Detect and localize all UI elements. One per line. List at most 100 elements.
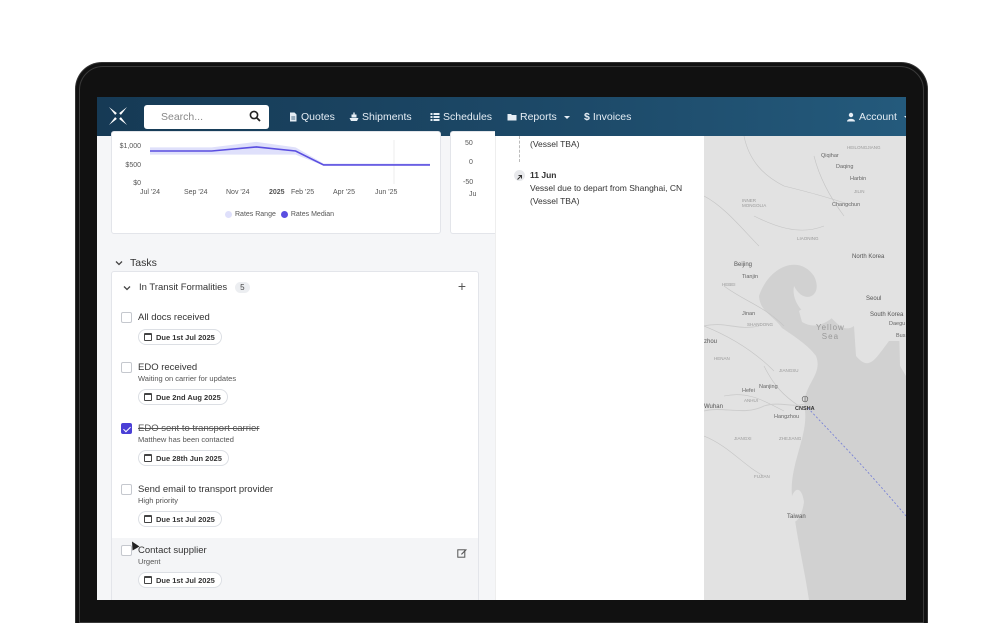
task-checkbox[interactable] xyxy=(121,484,132,495)
task-item[interactable]: Send email to transport provider High pr… xyxy=(112,484,478,545)
task-item[interactable]: Contact supplier Urgent Due 1st Jul 2025 xyxy=(112,538,478,600)
nav-account[interactable]: Account xyxy=(846,111,906,123)
task-checkbox-checked[interactable] xyxy=(121,423,132,434)
nav-reports[interactable]: Reports xyxy=(507,111,570,123)
due-date-chip: Due 2nd Aug 2025 xyxy=(138,389,228,405)
legend-label: Rates Median xyxy=(290,211,335,218)
task-group-label: In Transit Formalities xyxy=(139,282,228,293)
map-label: ZHEJIANG xyxy=(779,436,802,441)
legend-swatch-median xyxy=(280,211,288,218)
nav-account-label: Account xyxy=(859,111,897,123)
legend-swatch-range xyxy=(225,211,232,218)
tasks-section-toggle[interactable]: Tasks xyxy=(115,257,157,269)
task-subtitle: Waiting on carrier for updates xyxy=(138,374,237,383)
map-label: HEILONGJIANG xyxy=(847,145,881,150)
x-tick-label: Jun '25 xyxy=(375,189,398,196)
map-label: SHANDONG xyxy=(747,322,774,327)
tick-label: 0 xyxy=(469,159,473,166)
task-title: All docs received xyxy=(138,312,210,323)
map-label: LIAONING xyxy=(797,236,819,241)
map-label: Hangzhou xyxy=(774,414,800,420)
nav-shipments-label: Shipments xyxy=(362,111,412,123)
document-icon xyxy=(290,112,297,122)
due-date-text: Due 2nd Aug 2025 xyxy=(156,392,221,402)
task-title: EDO sent to transport carrier xyxy=(138,423,260,434)
due-date-chip: Due 1st Jul 2025 xyxy=(138,572,222,588)
calendar-icon xyxy=(144,576,152,584)
map-label: Jinan xyxy=(742,311,756,317)
due-date-chip: Due 28th Jun 2025 xyxy=(138,450,229,466)
nav-invoices-label: Invoices xyxy=(592,111,632,123)
search-icon[interactable] xyxy=(249,110,261,122)
calendar-icon xyxy=(144,333,152,341)
y-tick-label: $500 xyxy=(125,161,141,169)
map-label: HENAN xyxy=(714,356,730,361)
due-date-text: Due 28th Jun 2025 xyxy=(156,453,222,463)
nav-reports-label: Reports xyxy=(520,111,557,123)
map-label: JILIN xyxy=(854,189,865,194)
left-panel: $1,000 $500 $0 Jul '24 Sep '24 Nov '24 2025 Feb… xyxy=(97,131,495,600)
task-item[interactable]: EDO sent to transport carrier Matthew ha… xyxy=(112,423,478,484)
nav-shipments[interactable]: Shipments xyxy=(349,111,412,123)
map-label: Harbin xyxy=(850,176,867,182)
task-group-toggle[interactable]: In Transit Formalities 5 xyxy=(123,282,250,293)
nav-schedules[interactable]: Schedules xyxy=(430,111,492,123)
x-tick-label: Feb '25 xyxy=(291,189,315,196)
x-tick-label: Nov '24 xyxy=(226,189,250,196)
nav-quotes[interactable]: Quotes xyxy=(288,111,335,123)
task-subtitle: High priority xyxy=(138,496,179,505)
due-date-chip: Due 1st Jul 2025 xyxy=(138,511,222,527)
chevron-down-icon xyxy=(123,285,131,290)
task-item[interactable]: EDO received Waiting on carrier for upda… xyxy=(112,362,478,423)
timeline-event: Vessel due to depart from Shanghai, CN xyxy=(530,183,683,193)
edit-icon[interactable] xyxy=(457,548,467,558)
map-label: Hefei xyxy=(742,388,755,394)
route-map[interactable]: Qiqihar Daqing Harbin HEILONGJIANG INNER… xyxy=(704,136,906,600)
due-date-text: Due 1st Jul 2025 xyxy=(156,332,215,342)
map-label: JIANGXI xyxy=(734,436,752,441)
tick-label: 50 xyxy=(465,140,473,147)
map-label: Tianjin xyxy=(742,274,758,280)
x-tick-label: Apr '25 xyxy=(333,189,355,196)
chart-legend: Rates Range Rates Median xyxy=(225,211,334,218)
map-basemap xyxy=(704,136,906,600)
legend-label: Rates Range xyxy=(235,211,276,218)
tick-label: Ju xyxy=(469,191,477,198)
map-label: Wuhan xyxy=(704,404,723,410)
rates-chart-card: $1,000 $500 $0 Jul '24 Sep '24 Nov '24 2025 Feb… xyxy=(111,131,441,234)
tasks-card: In Transit Formalities 5 + All docs rece… xyxy=(111,271,479,600)
rates-chart xyxy=(150,140,430,184)
series-rates-range xyxy=(150,141,430,166)
task-checkbox[interactable] xyxy=(121,362,132,373)
map-label: North Korea xyxy=(852,254,885,260)
search-input[interactable]: Search... xyxy=(161,111,203,123)
map-label: Changchun xyxy=(832,202,861,208)
task-checkbox[interactable] xyxy=(121,312,132,323)
map-label: INNER MONGOLIA xyxy=(742,198,767,208)
search-box[interactable]: Search... xyxy=(144,105,269,129)
shipment-timeline: (Vessel TBA) 11 Jun Vessel due to depart… xyxy=(495,136,704,600)
map-label: ANHUI xyxy=(744,398,759,403)
app-screen: Search... Quotes Shipments Schedules Rep… xyxy=(97,97,906,600)
due-date-text: Due 1st Jul 2025 xyxy=(156,514,215,524)
map-label: Bus xyxy=(896,333,906,339)
map-label: zhou xyxy=(704,339,718,345)
calendar-icon xyxy=(144,515,152,523)
task-subtitle: Urgent xyxy=(138,557,161,566)
timeline-vessel: (Vessel TBA) xyxy=(530,196,580,206)
timeline-connector xyxy=(519,136,520,162)
map-label: Qiqihar xyxy=(821,153,839,159)
map-label: Taiwan xyxy=(787,514,806,520)
map-label: Daegu xyxy=(889,321,906,327)
x-tick-label: 2025 xyxy=(269,189,285,196)
task-subtitle: Matthew has been contacted xyxy=(138,435,234,444)
ship-icon xyxy=(349,112,359,121)
nav-invoices[interactable]: $ Invoices xyxy=(584,111,631,123)
map-label: South Korea xyxy=(870,312,904,318)
y-tick-label: $1,000 xyxy=(119,143,141,151)
task-title: Contact supplier xyxy=(138,545,207,556)
brand-logo-icon[interactable] xyxy=(107,105,129,127)
add-task-button[interactable]: + xyxy=(458,278,466,294)
chevron-down-icon xyxy=(903,116,906,119)
nav-quotes-label: Quotes xyxy=(301,111,335,123)
